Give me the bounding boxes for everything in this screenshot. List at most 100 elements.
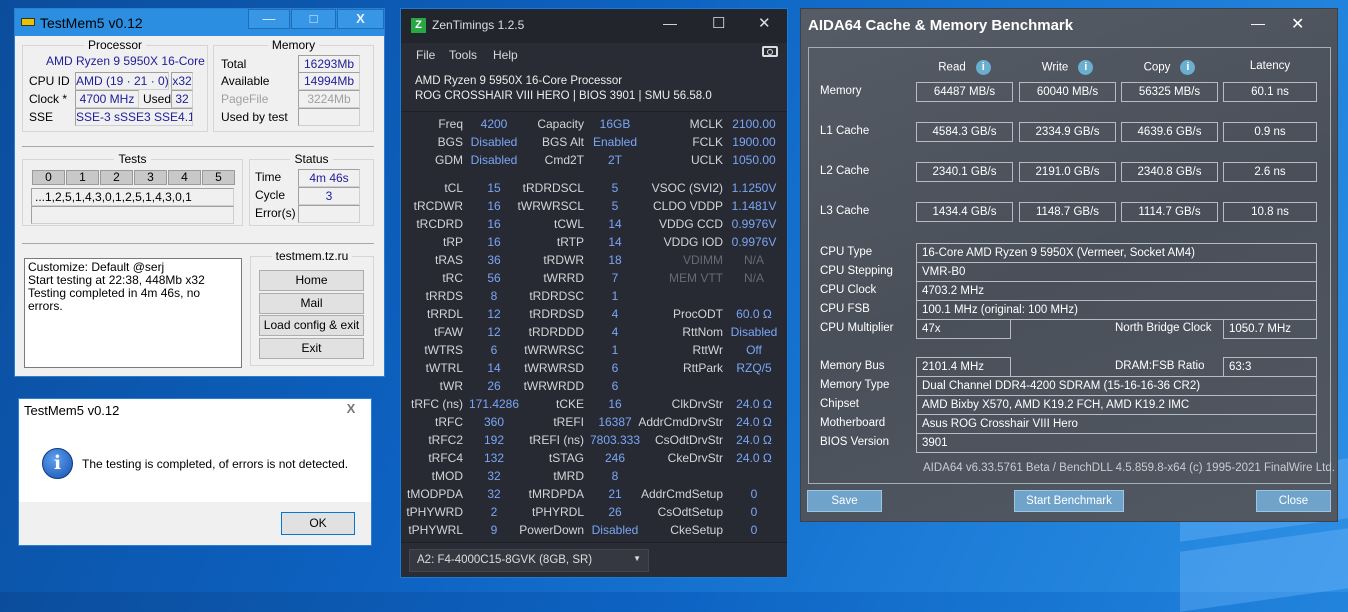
timing-label: VDDG CCD [658,217,723,231]
timing-label: CkeDrvStr [667,451,723,465]
minimize-button[interactable]: — [248,9,290,29]
test-tab-3[interactable]: 3 [134,170,167,185]
maximize-button[interactable]: □ [291,9,336,29]
menu-tools[interactable]: Tools [449,48,477,62]
timing-label: tWRWRSC [524,343,584,357]
timing-label: tCWL [554,217,584,231]
cycle-value: 3 [298,187,360,205]
bench-value: 4639.6 GB/s [1121,122,1218,142]
info-icon[interactable]: i [975,60,991,75]
timing-label: tCKE [555,397,584,411]
info-label: CPU Type [820,246,873,258]
timing-value: 24.0 Ω [736,397,772,411]
dialog-title: TestMem5 v0.12 [24,403,120,418]
info-value: 16-Core AMD Ryzen 9 5950X (Vermeer, Sock… [916,243,1317,263]
link-button-load-config-exit[interactable]: Load config & exit [259,315,364,336]
bench-value: 1148.7 GB/s [1019,202,1116,222]
test-tab-0[interactable]: 0 [32,170,65,185]
board-info: ROG CROSSHAIR VIII HERO | BIOS 3901 | SM… [415,90,712,102]
column-header-latency: Latency [1223,60,1317,72]
ok-button[interactable]: OK [281,512,355,535]
close-button[interactable]: ✕ [1291,14,1304,34]
link-button-exit[interactable]: Exit [259,337,364,359]
timing-label: tPHYRDL [531,505,584,519]
divider [22,243,374,244]
cpu-name: AMD Ryzen 9 5950X 16-Core [46,54,205,68]
maximize-button[interactable]: ☐ [712,14,725,32]
used-label: Used [143,92,172,106]
minimize-button[interactable]: — [1251,15,1265,31]
timing-label: tRCDWR [413,199,463,213]
info-label: Motherboard [820,417,886,429]
start-benchmark-button[interactable]: Start Benchmark [1014,490,1124,512]
info-value: 63:3 [1223,357,1317,377]
completion-dialog: TestMem5 v0.12 X i The testing is comple… [18,398,372,546]
info-value: 100.1 MHz (original: 100 MHz) [916,300,1317,320]
timing-label: tRDRDDD [528,325,584,339]
info-label: Memory Bus [820,360,885,372]
link-button-mail[interactable]: Mail [259,292,364,314]
timing-value: RZQ/5 [736,361,772,375]
test-tab-4[interactable]: 4 [168,170,201,185]
timing-value: 1050.00 [732,153,776,167]
timing-label: tSTAG [548,451,584,465]
timing-label: AddrCmdSetup [640,487,723,501]
timing-label: BGS [437,135,463,149]
timing-label: tRDRDSC [529,289,584,303]
footer-text: AIDA64 v6.33.5761 Beta / BenchDLL 4.5.85… [923,462,1335,474]
module-select-value: A2: F4-4000C15-8GVK (8GB, SR) [417,554,593,566]
timing-label: tRAS [434,253,463,267]
usedbytest-label: Used by test [221,110,288,124]
zentimings-titlebar[interactable]: Z ZenTimings 1.2.5 — ☐ ✕ [401,9,787,43]
link-button-home[interactable]: Home [259,270,364,291]
save-button[interactable]: Save [807,490,882,512]
close-dialog-button[interactable]: Close [1256,490,1331,512]
info-label: CPU Stepping [820,265,893,277]
test-tab-5[interactable]: 5 [202,170,235,185]
close-button[interactable]: ✕ [758,14,771,32]
test-tab-2[interactable]: 2 [100,170,133,185]
timing-label: BGS Alt [541,135,584,149]
close-button[interactable]: X [337,9,384,29]
timing-label: tFAW [434,325,463,339]
timing-label: tRDWR [543,253,584,267]
timing-value: 1900.00 [732,135,776,149]
timing-value: Disabled [730,325,778,339]
dialog-titlebar[interactable]: TestMem5 v0.12 [19,399,371,422]
timing-label: Capacity [537,117,584,131]
test-tab-1[interactable]: 1 [66,170,99,185]
info-icon[interactable]: i [1078,60,1094,75]
camera-icon[interactable] [762,46,778,57]
info-icon: i [42,448,73,479]
timing-label: CsOdtDrvStr [654,433,723,447]
timing-label: tCL [444,181,463,195]
zentimings-logo-icon: Z [411,18,426,33]
timing-label: tRCDRD [416,217,463,231]
bench-value: 0.9 ns [1223,122,1317,142]
timing-label: VDIMM [683,253,723,267]
chevron-down-icon: ▼ [633,554,641,563]
zentimings-window: Z ZenTimings 1.2.5 — ☐ ✕ File Tools Help… [400,8,788,578]
timing-label: tPHYWRL [408,523,463,537]
info-icon[interactable]: i [1180,60,1196,75]
log-textarea[interactable]: Customize: Default @serj Start testing at… [24,258,242,368]
minimize-button[interactable]: — [663,15,677,31]
usedbytest-value [298,108,360,126]
timing-value: 0.9976V [731,235,777,249]
bench-value: 2340.8 GB/s [1121,162,1218,182]
timing-label: tRC [442,271,463,285]
timing-label: CkeSetup [670,523,723,537]
module-select[interactable]: A2: F4-4000C15-8GVK (8GB, SR) ▼ [409,549,649,572]
timing-label: tREFI [553,415,584,429]
menu-file[interactable]: File [416,48,435,62]
menu-help[interactable]: Help [493,48,518,62]
timing-value: Off [746,343,762,357]
dialog-message: The testing is completed, of errors is n… [82,457,349,471]
info-value: Dual Channel DDR4-4200 SDRAM (15-16-16-3… [916,376,1317,396]
info-value: 3901 [916,433,1317,453]
timing-label: tWRWRSD [524,361,584,375]
timing-label: tWRWRSCL [517,199,584,213]
bench-value: 1434.4 GB/s [916,202,1013,222]
timing-label: tRTP [556,235,584,249]
timing-value: 6 [611,379,619,393]
